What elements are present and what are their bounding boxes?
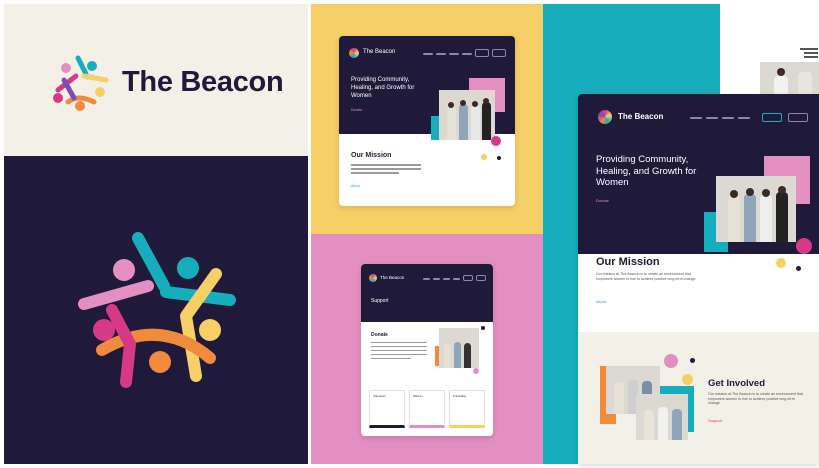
nav-button[interactable] xyxy=(476,275,486,281)
mission-heading-large: Our Mission xyxy=(596,256,660,268)
hero-cta-large[interactable]: Donate xyxy=(596,198,609,203)
nav-logo-icon xyxy=(369,274,377,282)
mission-heading: Our Mission xyxy=(351,152,392,159)
involved-heading: Get Involved xyxy=(708,378,766,389)
support-mockup: The Beacon Support Donate Volunteer Part… xyxy=(361,264,493,436)
nav-button[interactable] xyxy=(788,113,808,122)
beacon-logo-icon xyxy=(53,55,109,111)
homepage-panel: The Beacon Providing Community, Healing,… xyxy=(311,4,543,234)
donate-heading: Donate xyxy=(371,332,388,338)
card-volunteer[interactable]: Volunteer xyxy=(369,390,405,428)
card-fundraise[interactable]: Fundraise xyxy=(449,390,485,428)
nav-logo-icon xyxy=(349,48,359,58)
card-title: Fundraise xyxy=(453,394,467,398)
nav-brand: The Beacon xyxy=(363,49,396,55)
mission-link-large[interactable]: About xyxy=(596,299,606,304)
logo-panel: The Beacon xyxy=(4,4,308,156)
nav-button[interactable] xyxy=(762,113,782,122)
hero-cta[interactable]: Donate xyxy=(351,108,362,112)
hero-heading-large: Providing Community, Healing, and Growth… xyxy=(596,154,697,188)
card-title: Partner xyxy=(413,394,423,398)
card-title: Volunteer xyxy=(373,394,386,398)
nav-button[interactable] xyxy=(463,275,473,281)
involved-body: Our mission at The Beacon is to create a… xyxy=(708,392,803,406)
homepage-large-mockup: The Beacon Providing Community, Healing,… xyxy=(578,94,819,464)
team-photo xyxy=(439,90,495,140)
card-partner[interactable]: Partner xyxy=(409,390,445,428)
brand-name: The Beacon xyxy=(122,66,284,98)
mission-link[interactable]: About xyxy=(351,184,360,188)
beacon-mark-icon xyxy=(78,232,236,388)
nav-brand: The Beacon xyxy=(380,275,405,280)
mark-panel xyxy=(4,156,308,464)
nav-button[interactable] xyxy=(475,49,489,57)
involved-cta[interactable]: Support xyxy=(708,418,722,423)
involved-photo-2 xyxy=(636,394,688,440)
crop-photo xyxy=(760,62,819,98)
nav-brand: The Beacon xyxy=(618,112,664,121)
team-photo-large xyxy=(716,176,796,242)
support-photo xyxy=(439,328,479,368)
support-title: Support xyxy=(371,298,389,304)
nav-button[interactable] xyxy=(492,49,506,57)
hero-heading: Providing Community, Healing, and Growth… xyxy=(351,77,415,99)
homepage-mockup: The Beacon Providing Community, Healing,… xyxy=(339,36,515,206)
support-panel: The Beacon Support Donate Volunteer Part… xyxy=(311,234,543,464)
mission-body: Our mission at The Beacon is to create a… xyxy=(596,272,697,281)
nav-logo-icon xyxy=(598,110,612,124)
